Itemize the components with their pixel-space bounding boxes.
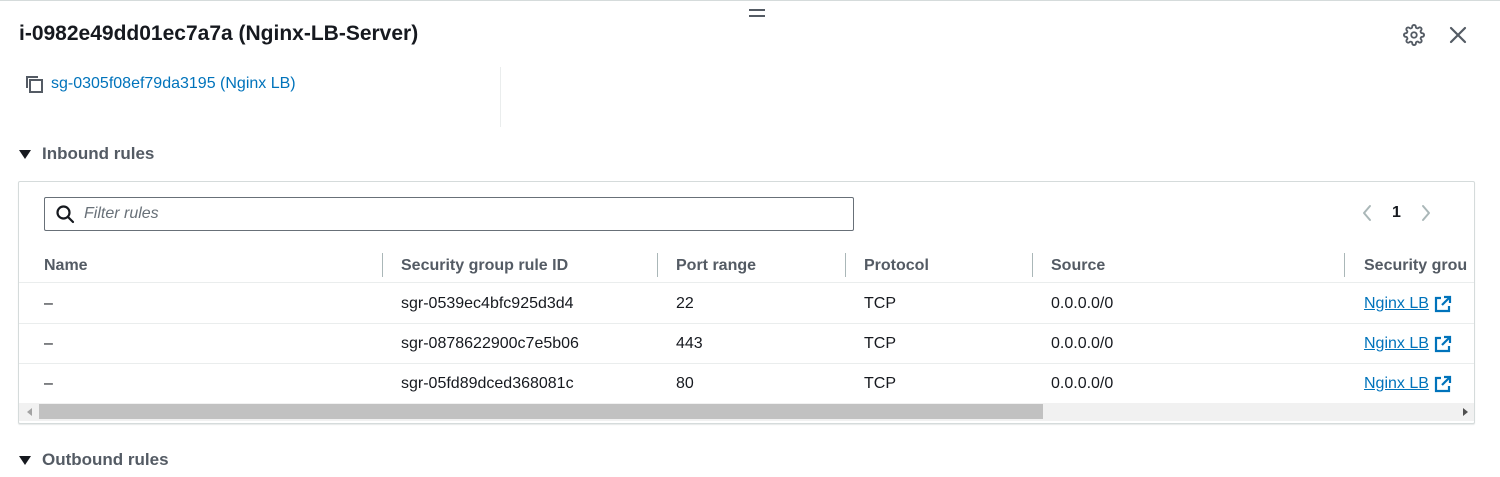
cell-security-group: Nginx LB <box>1364 364 1452 403</box>
caret-down-icon <box>19 149 31 159</box>
cell-source: 0.0.0.0/0 <box>1051 334 1114 352</box>
gear-icon <box>1403 24 1425 46</box>
cell-security-group: Nginx LB <box>1364 284 1452 323</box>
scrollbar-thumb[interactable] <box>39 404 1043 419</box>
panel-top-border <box>0 0 1500 1</box>
cell-source: 0.0.0.0/0 <box>1051 374 1114 392</box>
cell-name: – <box>44 374 53 392</box>
previous-page-button[interactable] <box>1357 202 1377 224</box>
cell-rule-id: sgr-0878622900c7e5b06 <box>401 334 579 352</box>
pagination: 1 <box>1357 202 1436 224</box>
security-group-link-label: Nginx LB <box>1364 294 1429 312</box>
filter-rules-input[interactable] <box>84 205 824 223</box>
column-header-rule-id[interactable]: Security group rule ID <box>401 248 568 283</box>
drag-handle-icon[interactable] <box>749 7 765 19</box>
table-header-row: Name Security group rule ID Port range P… <box>19 248 1474 283</box>
security-group-link-label: Nginx LB <box>1364 334 1429 352</box>
chevron-right-icon <box>1421 205 1430 221</box>
cell-rule-id: sgr-0539ec4bfc925d3d4 <box>401 294 574 312</box>
column-header-name[interactable]: Name <box>44 248 88 283</box>
cell-port-range: 443 <box>676 334 703 352</box>
column-resizer[interactable] <box>1032 253 1033 277</box>
column-header-protocol[interactable]: Protocol <box>864 248 929 283</box>
cell-protocol: TCP <box>864 334 896 352</box>
column-resizer[interactable] <box>382 253 383 277</box>
copy-icon[interactable] <box>23 73 45 95</box>
outbound-rules-toggle[interactable]: Outbound rules <box>19 450 169 470</box>
page-number[interactable]: 1 <box>1392 204 1401 222</box>
table-row: – sgr-05fd89dced368081c 80 TCP 0.0.0.0/0… <box>19 364 1474 404</box>
security-group-link[interactable]: Nginx LB <box>1364 335 1452 353</box>
inbound-rules-table: 1 Name Security group rule ID Port range… <box>18 181 1475 424</box>
security-group-link[interactable]: sg-0305f08ef79da3195 (Nginx LB) <box>51 75 296 93</box>
outbound-rules-title: Outbound rules <box>42 450 169 469</box>
column-divider <box>500 67 501 127</box>
column-resizer[interactable] <box>845 253 846 277</box>
cell-name: – <box>44 334 53 352</box>
external-link-icon <box>1434 295 1452 313</box>
chevron-left-icon <box>1363 205 1371 221</box>
horizontal-scrollbar[interactable] <box>19 403 1474 421</box>
column-header-security-group[interactable]: Security grou <box>1364 248 1467 283</box>
close-button[interactable] <box>1445 22 1471 48</box>
caret-down-icon <box>19 455 31 465</box>
cell-protocol: TCP <box>864 294 896 312</box>
inbound-rules-title: Inbound rules <box>42 144 155 163</box>
column-resizer[interactable] <box>657 253 658 277</box>
cell-rule-id: sgr-05fd89dced368081c <box>401 374 574 392</box>
search-icon <box>54 203 76 225</box>
column-header-source[interactable]: Source <box>1051 248 1105 283</box>
scroll-right-icon[interactable] <box>1456 403 1474 421</box>
cell-security-group: Nginx LB <box>1364 324 1452 363</box>
external-link-icon <box>1434 375 1452 393</box>
settings-button[interactable] <box>1401 22 1427 48</box>
column-resizer[interactable] <box>1344 253 1345 277</box>
cell-source: 0.0.0.0/0 <box>1051 294 1114 312</box>
cell-port-range: 80 <box>676 374 694 392</box>
security-group-row: sg-0305f08ef79da3195 (Nginx LB) <box>23 73 296 95</box>
security-group-link[interactable]: Nginx LB <box>1364 375 1452 393</box>
external-link-icon <box>1434 335 1452 353</box>
scroll-left-icon[interactable] <box>21 403 39 421</box>
column-header-port-range[interactable]: Port range <box>676 248 756 283</box>
cell-name: – <box>44 294 53 312</box>
next-page-button[interactable] <box>1416 202 1436 224</box>
close-icon <box>1449 26 1467 44</box>
table-row: – sgr-0878622900c7e5b06 443 TCP 0.0.0.0/… <box>19 324 1474 364</box>
cell-protocol: TCP <box>864 374 896 392</box>
inbound-rules-toggle[interactable]: Inbound rules <box>19 144 154 164</box>
filter-rules-field <box>44 197 854 231</box>
cell-port-range: 22 <box>676 294 694 312</box>
security-group-link[interactable]: Nginx LB <box>1364 295 1452 313</box>
panel-title: i-0982e49dd01ec7a7a (Nginx-LB-Server) <box>19 22 419 45</box>
table-row: – sgr-0539ec4bfc925d3d4 22 TCP 0.0.0.0/0… <box>19 284 1474 324</box>
security-group-link-label: Nginx LB <box>1364 374 1429 392</box>
